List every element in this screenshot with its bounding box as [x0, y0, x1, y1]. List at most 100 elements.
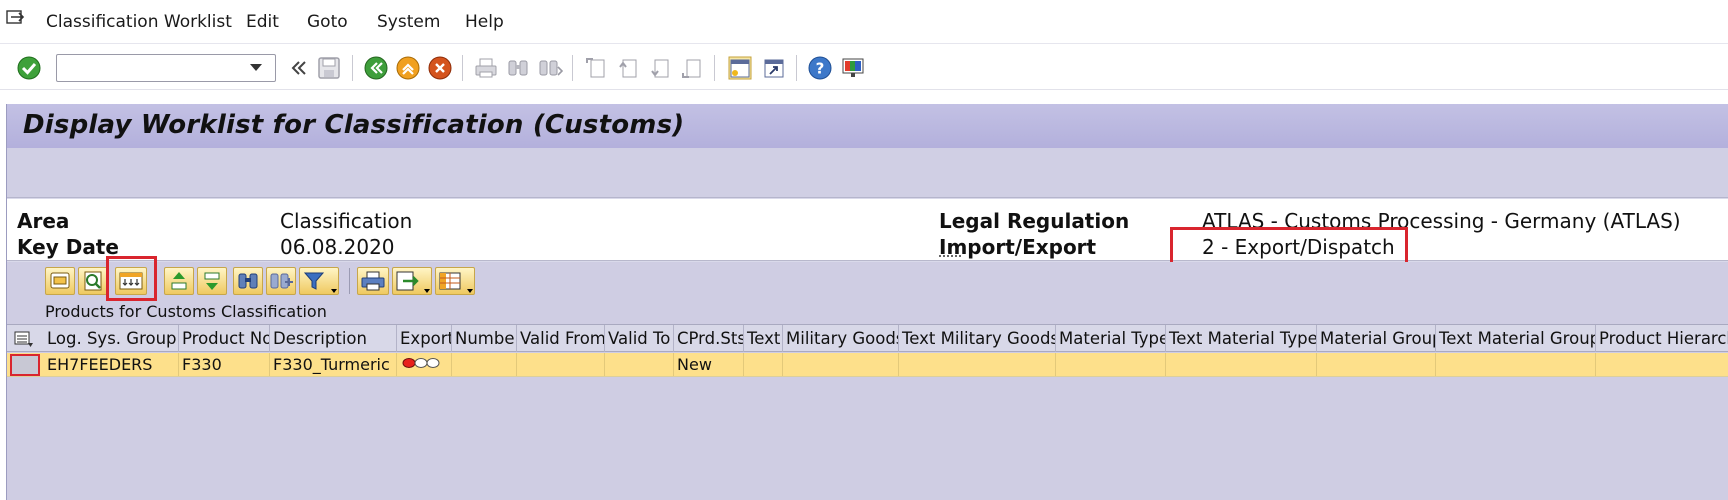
menu-edit[interactable]: Edit — [246, 12, 279, 32]
column-header-product-no[interactable]: Product No — [179, 325, 270, 352]
cell-product-hierarchy[interactable] — [1596, 353, 1728, 376]
sort-ascending-button[interactable] — [164, 267, 194, 295]
column-header-text[interactable]: Text — [744, 325, 783, 352]
exit-icon[interactable] — [395, 55, 421, 81]
filter-icon — [303, 272, 325, 290]
standard-toolbar: ? — [0, 45, 1728, 90]
cell-military-goods[interactable] — [783, 353, 899, 376]
column-header-text-material-group[interactable]: Text Material Group — [1436, 325, 1596, 352]
toolbar-separator — [572, 55, 573, 81]
import-export-label: Import/Export — [939, 235, 1097, 259]
filter-dropdown-icon[interactable] — [331, 289, 337, 293]
menu-help[interactable]: Help — [465, 12, 504, 32]
toolbar-separator — [462, 55, 463, 81]
details-button[interactable] — [45, 267, 75, 295]
column-header-material-group[interactable]: Material Group — [1317, 325, 1436, 352]
command-dropdown-icon[interactable] — [250, 63, 262, 73]
select-layout-icon — [439, 272, 461, 290]
column-header-description[interactable]: Description — [270, 325, 397, 352]
filter-button[interactable] — [299, 267, 339, 295]
cell-log-sys-group[interactable]: EH7FEEDERS — [44, 353, 179, 376]
collapse-icon[interactable] — [286, 55, 312, 81]
column-header-cprd-sts[interactable]: CPrd.Sts — [674, 325, 744, 352]
key-date-value: 06.08.2020 — [280, 235, 395, 259]
next-page-icon[interactable] — [647, 55, 673, 81]
check-button[interactable] — [78, 267, 108, 295]
find-next-icon[interactable] — [537, 55, 563, 81]
key-date-label: Key Date — [17, 235, 119, 259]
cell-export[interactable] — [397, 353, 452, 376]
table-row[interactable]: EH7FEEDERS F330 F330_Turmeric New — [7, 353, 1728, 377]
enter-icon[interactable] — [16, 55, 42, 81]
alv-toolbar-separator — [349, 268, 350, 294]
cell-text-military-goods[interactable] — [899, 353, 1056, 376]
svg-text:?: ? — [816, 60, 825, 78]
cell-text-material-type[interactable] — [1166, 353, 1317, 376]
command-field[interactable] — [56, 54, 276, 82]
cell-material-type[interactable] — [1056, 353, 1166, 376]
find-next-icon — [270, 273, 293, 289]
cell-valid-to[interactable] — [605, 353, 674, 376]
first-page-icon[interactable] — [583, 55, 609, 81]
find-icon — [238, 273, 258, 289]
generate-shortcut-icon[interactable] — [761, 55, 787, 81]
create-session-icon[interactable] — [727, 55, 753, 81]
column-header-export[interactable]: Export — [397, 325, 452, 352]
menu-system[interactable]: System — [377, 12, 440, 32]
previous-page-icon[interactable] — [615, 55, 641, 81]
export-button[interactable] — [392, 267, 432, 295]
column-header-text-material-type[interactable]: Text Material Type — [1166, 325, 1317, 352]
header-area: Area Classification Key Date 06.08.2020 … — [7, 199, 1728, 269]
check-icon — [84, 271, 102, 291]
help-icon[interactable]: ? — [807, 55, 833, 81]
select-all-icon[interactable] — [13, 329, 35, 349]
back-icon[interactable] — [363, 55, 389, 81]
system-menu-icon[interactable] — [6, 9, 26, 27]
select-layout-dropdown-icon[interactable] — [467, 289, 473, 293]
toolbar-separator — [714, 55, 715, 81]
print-preview-icon — [361, 271, 385, 291]
area-label: Area — [17, 209, 70, 233]
column-header-valid-from[interactable]: Valid From — [517, 325, 605, 352]
print-icon[interactable] — [473, 55, 499, 81]
find-icon[interactable] — [505, 55, 531, 81]
cell-text-material-group[interactable] — [1436, 353, 1596, 376]
cell-text[interactable] — [744, 353, 783, 376]
cell-material-group[interactable] — [1317, 353, 1436, 376]
menu-bar: Classification Worklist Edit Goto System… — [0, 0, 1728, 44]
cell-product-no[interactable]: F330 — [179, 353, 270, 376]
column-header-text-military-goods[interactable]: Text Military Goods — [899, 325, 1056, 352]
title-bar: Display Worklist for Classification (Cus… — [7, 104, 1728, 148]
select-layout-button[interactable] — [435, 267, 475, 295]
column-header-product-hierarchy[interactable]: Product Hierarchy — [1596, 325, 1728, 352]
find-next-button[interactable] — [266, 267, 296, 295]
cell-description[interactable]: F330_Turmeric — [270, 353, 397, 376]
details-icon — [50, 272, 70, 289]
find-button[interactable] — [233, 267, 263, 295]
traffic-light-status-icon — [402, 358, 440, 368]
menu-goto[interactable]: Goto — [307, 12, 348, 32]
sort-ascending-icon — [171, 272, 187, 290]
column-header-military-goods[interactable]: Military Goods — [783, 325, 899, 352]
toolbar-separator — [796, 55, 797, 81]
application-window: Display Worklist for Classification (Cus… — [6, 104, 1728, 500]
column-header-number[interactable]: Number — [452, 325, 517, 352]
menu-classification-worklist[interactable]: Classification Worklist — [46, 12, 232, 32]
cell-valid-from[interactable] — [517, 353, 605, 376]
highlight-box-change-layout — [106, 256, 157, 301]
column-header-valid-to[interactable]: Valid To — [605, 325, 674, 352]
column-header-log-sys-group[interactable]: Log. Sys. Group — [44, 325, 179, 352]
cell-number[interactable] — [452, 353, 517, 376]
grid-header: Log. Sys. Group Product No Description E… — [7, 324, 1728, 352]
last-page-icon[interactable] — [679, 55, 705, 81]
cancel-icon[interactable] — [427, 55, 453, 81]
print-preview-button[interactable] — [357, 267, 389, 295]
row-selector[interactable] — [10, 354, 40, 376]
save-icon[interactable] — [316, 55, 342, 81]
customize-layout-icon[interactable] — [840, 55, 866, 81]
export-dropdown-icon[interactable] — [424, 289, 430, 293]
column-header-material-type[interactable]: Material Type — [1056, 325, 1166, 352]
import-export-dots — [939, 255, 961, 257]
sort-descending-button[interactable] — [197, 267, 227, 295]
cell-cprd-sts[interactable]: New — [674, 353, 744, 376]
